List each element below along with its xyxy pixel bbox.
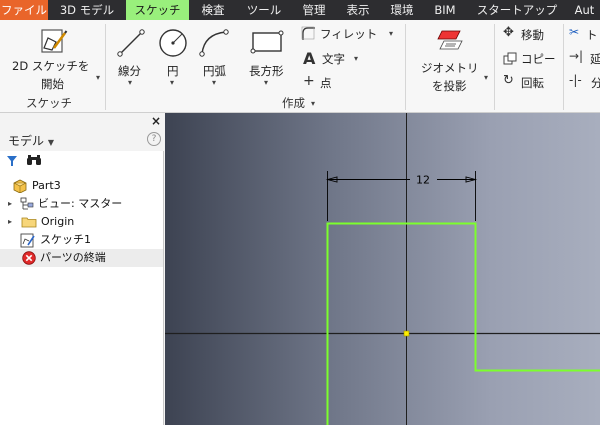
tree-item-view-master[interactable]: ▸ ビュー: マスター: [0, 195, 163, 213]
text-icon[interactable]: A: [303, 49, 315, 68]
chevron-down-icon[interactable]: ▾: [264, 78, 268, 87]
menu-bim[interactable]: BIM: [425, 0, 465, 20]
ribbon: 2D スケッチを 開始 ▾ スケッチ 線分 ▾ 円 ▾ 円弧 ▾ 長方形 ▾ フ…: [0, 20, 600, 113]
find-binoculars-icon[interactable]: [26, 154, 42, 169]
project-geometry-label-2[interactable]: を投影: [432, 78, 467, 94]
tree-item-label: パーツの終端: [40, 251, 106, 264]
arc-icon[interactable]: [198, 28, 230, 58]
browser-title-label: モデル: [8, 134, 45, 148]
chevron-down-icon[interactable]: ▾: [484, 73, 488, 82]
rectangle-icon[interactable]: [250, 30, 284, 54]
tree-item-label: Part3: [32, 179, 61, 192]
move-icon[interactable]: ✥: [503, 25, 514, 40]
dimension-value[interactable]: 12: [416, 174, 430, 187]
circle-button[interactable]: 円: [167, 63, 179, 79]
model-browser: × モデル ▼ ? Part3 ▸ ビュー: マスター ▸ Origin スケッ…: [0, 113, 164, 425]
extend-icon[interactable]: →|: [569, 49, 583, 63]
arc-button[interactable]: 円弧: [203, 63, 226, 79]
rotate-button[interactable]: 回転: [521, 75, 544, 91]
tree-item-label: Origin: [41, 215, 75, 228]
dimension-12[interactable]: 12: [325, 171, 478, 221]
menu-manage[interactable]: 管理: [293, 0, 335, 20]
menu-tools[interactable]: ツール: [237, 0, 291, 20]
ribbon-separator: [105, 24, 106, 110]
line-button[interactable]: 線分: [118, 63, 141, 79]
chevron-down-icon[interactable]: ▾: [212, 78, 216, 87]
project-geometry-icon[interactable]: [436, 28, 466, 54]
sketch-view[interactable]: 12: [165, 113, 600, 425]
start-2d-sketch-label-1[interactable]: 2D スケッチを: [12, 58, 89, 74]
circle-icon[interactable]: [157, 27, 189, 59]
menu-view[interactable]: 表示: [337, 0, 379, 20]
chevron-down-icon[interactable]: ▾: [170, 78, 174, 87]
menu-bar: ファイル 3D モデル スケッチ 検査 ツール 管理 表示 環境 BIM スター…: [0, 0, 600, 20]
ribbon-separator: [494, 24, 495, 110]
trim-icon[interactable]: ✂: [569, 25, 579, 39]
fillet-icon[interactable]: [300, 25, 316, 41]
ribbon-separator: [563, 24, 564, 110]
chevron-down-icon[interactable]: ▾: [311, 99, 315, 108]
project-geometry-label-1[interactable]: ジオメトリ: [421, 60, 479, 76]
expand-arrow-icon[interactable]: ▸: [8, 195, 12, 213]
copy-button[interactable]: コピー: [521, 51, 556, 67]
menu-environment[interactable]: 環境: [381, 0, 423, 20]
chevron-down-icon[interactable]: ▾: [389, 29, 393, 38]
menu-autodesk[interactable]: Aut: [569, 0, 600, 20]
rectangle-button[interactable]: 長方形: [249, 63, 284, 79]
text-button[interactable]: 文字: [322, 51, 345, 67]
panel-label-create: 作成: [282, 96, 305, 110]
panel-label-sketch: スケッチ: [26, 96, 72, 110]
copy-icon[interactable]: [503, 52, 517, 66]
chevron-down-icon[interactable]: ▾: [354, 54, 358, 63]
menu-sketch[interactable]: スケッチ: [126, 0, 189, 20]
tree-item-label: ビュー: マスター: [38, 197, 123, 210]
rotate-icon[interactable]: ↻: [503, 73, 514, 88]
split-icon[interactable]: -|-: [569, 73, 582, 87]
point-button[interactable]: 点: [320, 75, 332, 91]
start-2d-sketch-icon[interactable]: [38, 26, 68, 56]
chevron-down-icon[interactable]: ▾: [96, 73, 100, 82]
expand-arrow-icon[interactable]: ▸: [8, 213, 12, 231]
tree-item-sketch1[interactable]: スケッチ1: [0, 231, 163, 249]
close-icon[interactable]: ×: [151, 114, 161, 128]
ribbon-separator: [405, 24, 406, 110]
move-button[interactable]: 移動: [521, 27, 544, 43]
chevron-down-icon[interactable]: ▾: [128, 78, 132, 87]
fillet-button[interactable]: フィレット: [320, 26, 377, 42]
center-point[interactable]: [403, 330, 410, 337]
menu-file[interactable]: ファイル: [0, 0, 48, 20]
start-2d-sketch-label-2[interactable]: 開始: [41, 76, 64, 92]
trim-button[interactable]: ト: [586, 27, 598, 43]
help-icon[interactable]: ?: [147, 132, 161, 146]
menu-startup[interactable]: スタートアップ: [467, 0, 567, 20]
sketch-profile[interactable]: [326, 222, 600, 425]
menu-3d-model[interactable]: 3D モデル: [49, 0, 125, 20]
filter-icon[interactable]: [6, 155, 18, 170]
tree-item-part3[interactable]: Part3: [0, 177, 163, 195]
split-button[interactable]: 分: [591, 75, 600, 91]
tree-item-end-of-part[interactable]: パーツの終端: [0, 249, 163, 267]
browser-header: × モデル ▼ ?: [0, 113, 164, 151]
menu-inspect[interactable]: 検査: [191, 0, 235, 20]
chevron-down-icon: ▼: [47, 138, 54, 147]
browser-title[interactable]: モデル ▼: [8, 132, 54, 149]
end-of-part-icon: [22, 251, 36, 271]
tree-item-origin[interactable]: ▸ Origin: [0, 213, 163, 231]
point-icon[interactable]: +: [303, 73, 315, 89]
tree-item-label: スケッチ1: [40, 233, 91, 246]
extend-button[interactable]: 延: [590, 51, 600, 67]
line-icon[interactable]: [116, 28, 146, 58]
graphics-canvas[interactable]: 12: [165, 113, 600, 425]
